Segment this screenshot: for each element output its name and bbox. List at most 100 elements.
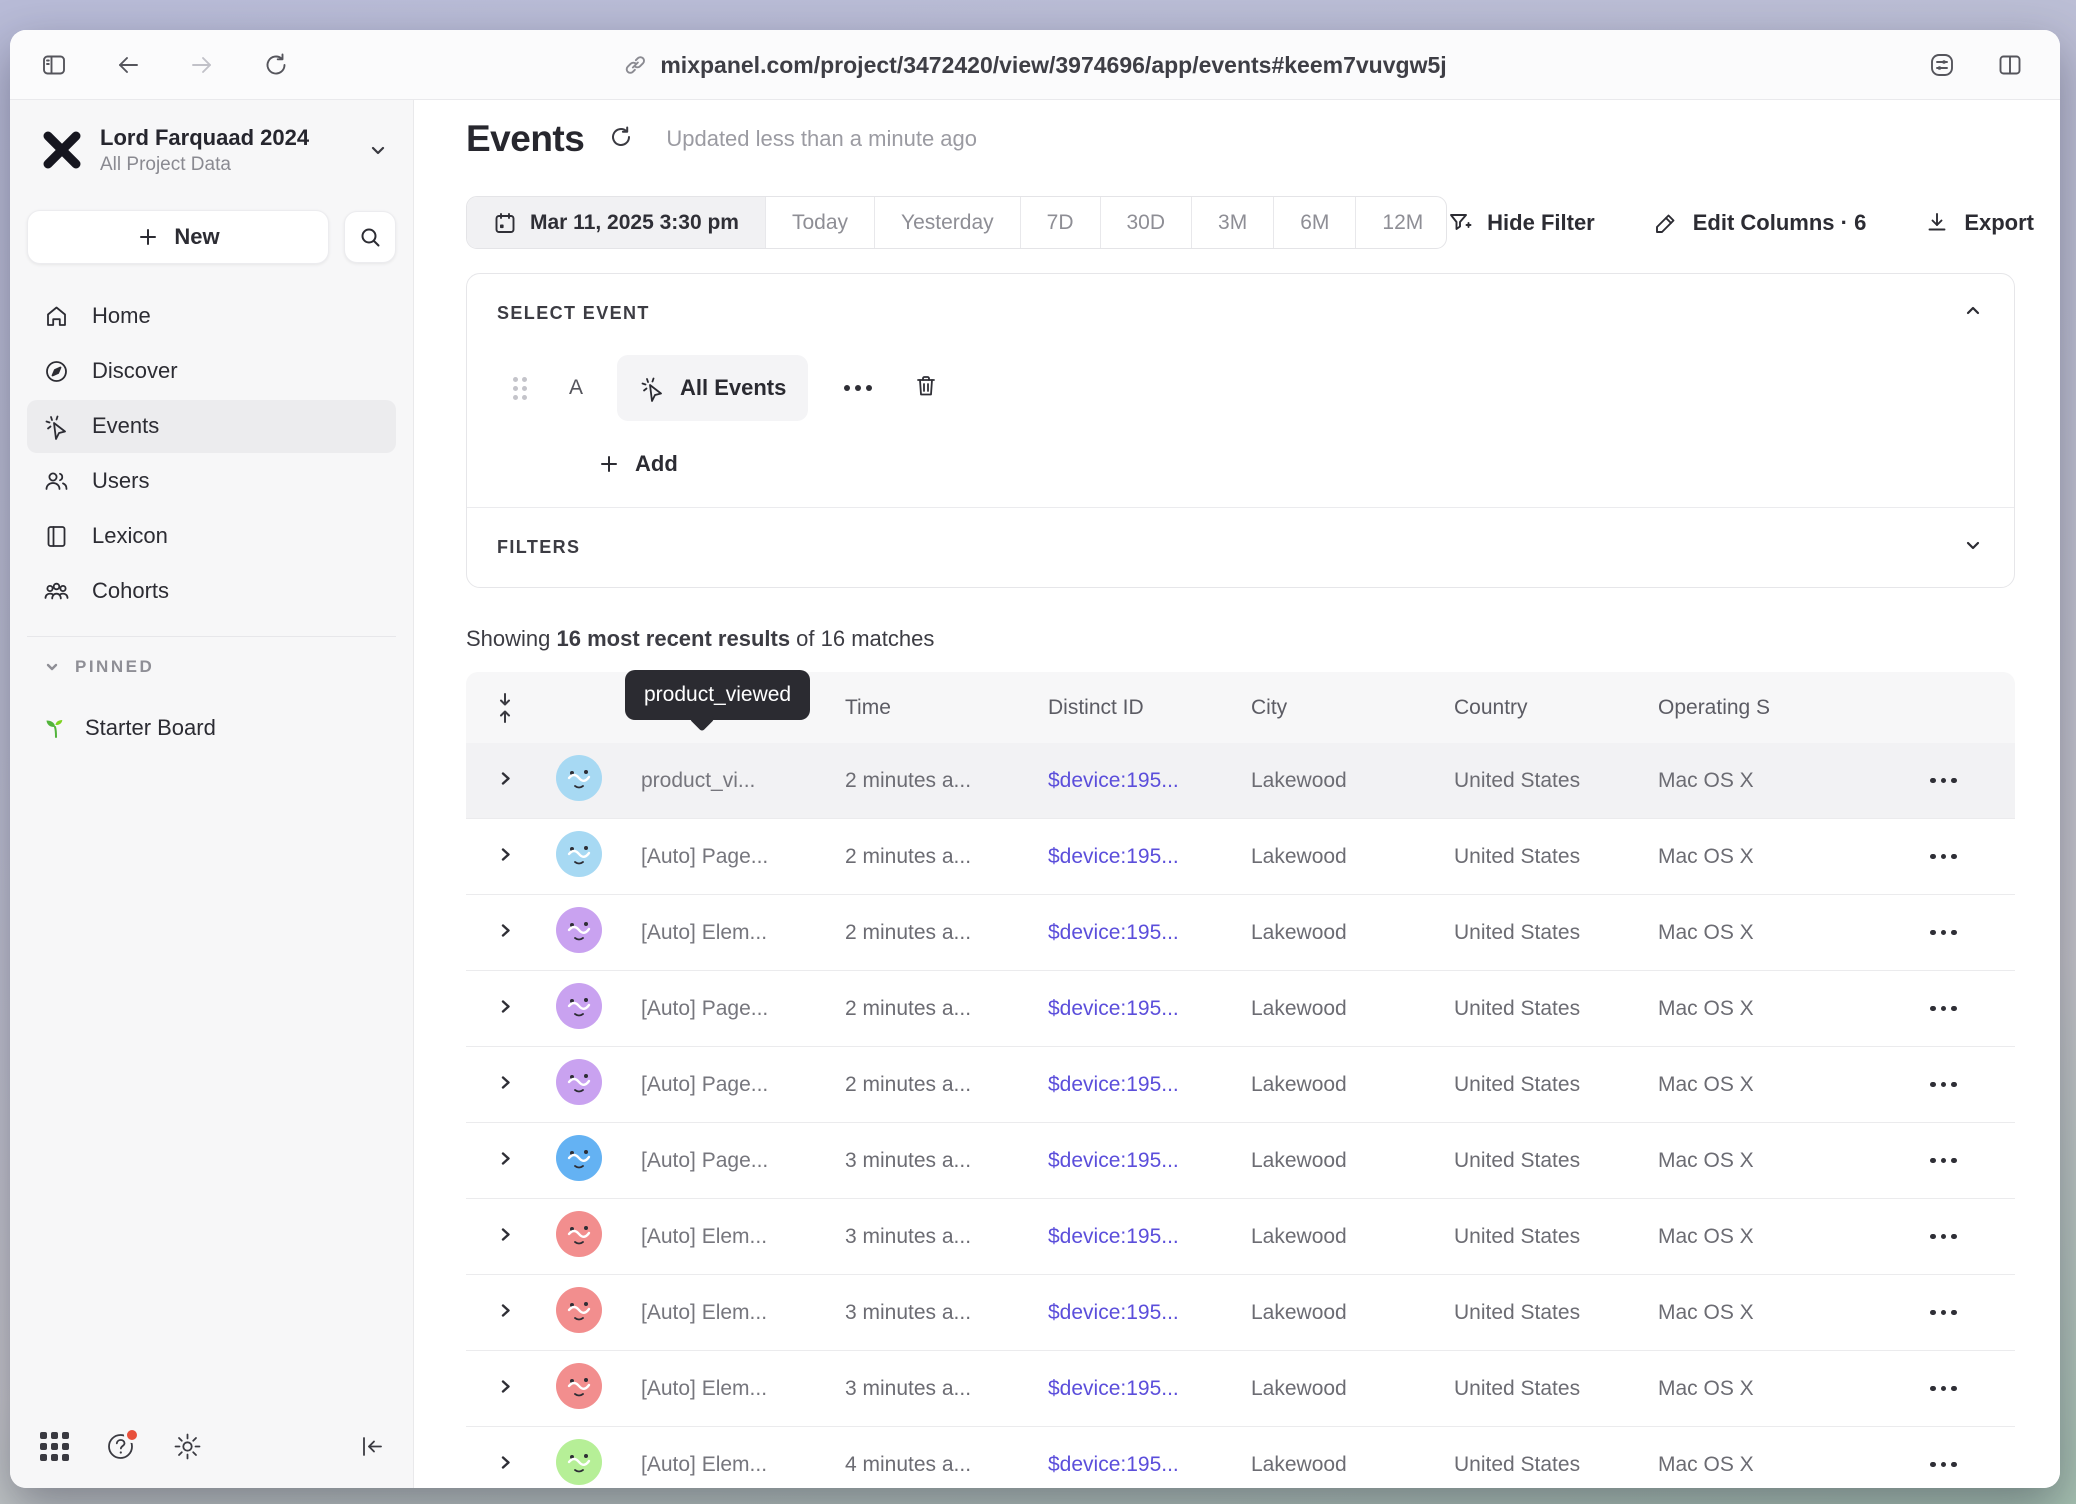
distinct-id-link[interactable]: $device:195...	[1048, 769, 1251, 793]
row-menu-icon[interactable]	[1930, 1234, 1957, 1240]
table-row[interactable]: [Auto] Page... 2 minutes a... $device:19…	[466, 1047, 2015, 1123]
browser-sidebar-toggle-icon[interactable]	[40, 51, 68, 79]
event-selector-chip[interactable]: All Events	[617, 355, 808, 421]
event-more-options-icon[interactable]	[844, 385, 872, 391]
header-time[interactable]: Time	[845, 696, 1048, 720]
delete-event-icon[interactable]	[912, 372, 940, 405]
expand-row-icon[interactable]	[497, 845, 514, 869]
page-settings-icon[interactable]	[1928, 51, 1956, 79]
distinct-id-link[interactable]: $device:195...	[1048, 1301, 1251, 1325]
table-row[interactable]: [Auto] Elem... 3 minutes a... $device:19…	[466, 1351, 2015, 1427]
table-row[interactable]: [Auto] Elem... 2 minutes a... $device:19…	[466, 895, 2015, 971]
header-os[interactable]: Operating S	[1658, 696, 1884, 720]
date-preset-button[interactable]: 30D	[1100, 197, 1192, 248]
distinct-id-link[interactable]: $device:195...	[1048, 1073, 1251, 1097]
split-view-icon[interactable]	[1996, 51, 2024, 79]
add-event-button[interactable]: Add	[597, 451, 678, 477]
event-name[interactable]: [Auto] Page...	[641, 997, 845, 1021]
expand-row-icon[interactable]	[497, 1301, 514, 1325]
row-menu-icon[interactable]	[1930, 854, 1957, 860]
table-row[interactable]: [Auto] Page... 2 minutes a... $device:19…	[466, 819, 2015, 895]
table-row[interactable]: [Auto] Elem... 3 minutes a... $device:19…	[466, 1199, 2015, 1275]
sidebar-item-lexicon[interactable]: Lexicon	[27, 510, 396, 563]
table-row[interactable]: [Auto] Page... 2 minutes a... $device:19…	[466, 971, 2015, 1047]
expand-row-icon[interactable]	[497, 921, 514, 945]
event-os: Mac OS X	[1658, 1149, 1884, 1173]
expand-section-icon[interactable]	[1962, 534, 1984, 561]
address-bar[interactable]: mixpanel.com/project/3472420/view/397469…	[623, 30, 1446, 100]
sidebar-item-home[interactable]: Home	[27, 290, 396, 343]
distinct-id-link[interactable]: $device:195...	[1048, 1377, 1251, 1401]
sidebar-item-discover[interactable]: Discover	[27, 345, 396, 398]
expand-row-icon[interactable]	[497, 1073, 514, 1097]
reload-icon[interactable]	[262, 51, 290, 79]
date-preset-button[interactable]: 6M	[1273, 197, 1355, 248]
event-name[interactable]: [Auto] Elem...	[641, 1225, 845, 1249]
distinct-id-link[interactable]: $device:195...	[1048, 1225, 1251, 1249]
date-preset-button[interactable]: 7D	[1020, 197, 1100, 248]
expand-row-icon[interactable]	[497, 1225, 514, 1249]
distinct-id-link[interactable]: $device:195...	[1048, 921, 1251, 945]
table-row[interactable]: [Auto] Elem... 3 minutes a... $device:19…	[466, 1275, 2015, 1351]
distinct-id-link[interactable]: $device:195...	[1048, 1149, 1251, 1173]
row-menu-icon[interactable]	[1930, 1310, 1957, 1316]
help-icon[interactable]	[105, 1431, 136, 1462]
sidebar-item-users[interactable]: Users	[27, 455, 396, 508]
expand-row-icon[interactable]	[497, 997, 514, 1021]
row-menu-icon[interactable]	[1930, 1158, 1957, 1164]
distinct-id-link[interactable]: $device:195...	[1048, 1453, 1251, 1477]
event-name[interactable]: [Auto] Elem...	[641, 1301, 845, 1325]
distinct-id-link[interactable]: $device:195...	[1048, 845, 1251, 869]
table-row[interactable]: product_vi... 2 minutes a... $device:195…	[466, 743, 2015, 819]
drag-handle-icon[interactable]	[513, 377, 527, 400]
hide-filter-button[interactable]: Hide Filter	[1447, 210, 1595, 236]
event-os: Mac OS X	[1658, 997, 1884, 1021]
event-name[interactable]: [Auto] Page...	[641, 845, 845, 869]
header-country[interactable]: Country	[1454, 696, 1658, 720]
event-name[interactable]: [Auto] Page...	[641, 1073, 845, 1097]
row-menu-icon[interactable]	[1930, 1462, 1957, 1468]
expand-row-icon[interactable]	[497, 1453, 514, 1477]
event-name[interactable]: [Auto] Elem...	[641, 921, 845, 945]
header-distinct-id[interactable]: Distinct ID	[1048, 696, 1251, 720]
collapse-section-icon[interactable]	[1962, 300, 1984, 327]
row-menu-icon[interactable]	[1930, 1006, 1957, 1012]
collapse-sidebar-icon[interactable]	[356, 1431, 387, 1462]
distinct-id-link[interactable]: $device:195...	[1048, 997, 1251, 1021]
row-menu-icon[interactable]	[1930, 778, 1957, 784]
table-row[interactable]: [Auto] Page... 3 minutes a... $device:19…	[466, 1123, 2015, 1199]
export-button[interactable]: Export	[1924, 210, 2034, 236]
date-preset-button[interactable]: 3M	[1191, 197, 1273, 248]
project-switcher[interactable]: Lord Farquaad 2024 All Project Data	[10, 124, 413, 176]
pinned-section-header[interactable]: PINNED	[10, 657, 413, 677]
expand-row-icon[interactable]	[497, 769, 514, 793]
row-menu-icon[interactable]	[1930, 1386, 1957, 1392]
expand-row-icon[interactable]	[497, 1149, 514, 1173]
event-name[interactable]: [Auto] Page...	[641, 1149, 845, 1173]
gear-icon[interactable]	[172, 1431, 203, 1462]
expand-row-icon[interactable]	[497, 1377, 514, 1401]
row-menu-icon[interactable]	[1930, 1082, 1957, 1088]
back-icon[interactable]	[114, 51, 142, 79]
date-preset-button[interactable]: Yesterday	[874, 197, 1020, 248]
search-button[interactable]	[344, 211, 396, 263]
forward-icon[interactable]	[188, 51, 216, 79]
event-name[interactable]: product_vi...	[641, 769, 845, 793]
sidebar-item-cohorts[interactable]: Cohorts	[27, 565, 396, 618]
date-range-selected[interactable]: Mar 11, 2025 3:30 pm	[467, 197, 765, 248]
sidebar-item-starter-board[interactable]: Starter Board	[27, 703, 396, 753]
event-name[interactable]: [Auto] Elem...	[641, 1453, 845, 1477]
table-row[interactable]: [Auto] Elem... 4 minutes a... $device:19…	[466, 1427, 2015, 1488]
date-preset-button[interactable]: Today	[765, 197, 874, 248]
date-preset-button[interactable]: 12M	[1355, 197, 1447, 248]
event-name[interactable]: [Auto] Elem...	[641, 1377, 845, 1401]
refresh-icon[interactable]	[608, 124, 634, 155]
sort-icon[interactable]	[466, 692, 556, 724]
sidebar-item-events[interactable]: Events	[27, 400, 396, 453]
new-button[interactable]: New	[27, 210, 329, 264]
chevron-down-icon	[43, 658, 61, 676]
edit-columns-button[interactable]: Edit Columns · 6	[1653, 210, 1867, 236]
row-menu-icon[interactable]	[1930, 930, 1957, 936]
apps-grid-icon[interactable]	[40, 1432, 69, 1461]
header-city[interactable]: City	[1251, 696, 1454, 720]
